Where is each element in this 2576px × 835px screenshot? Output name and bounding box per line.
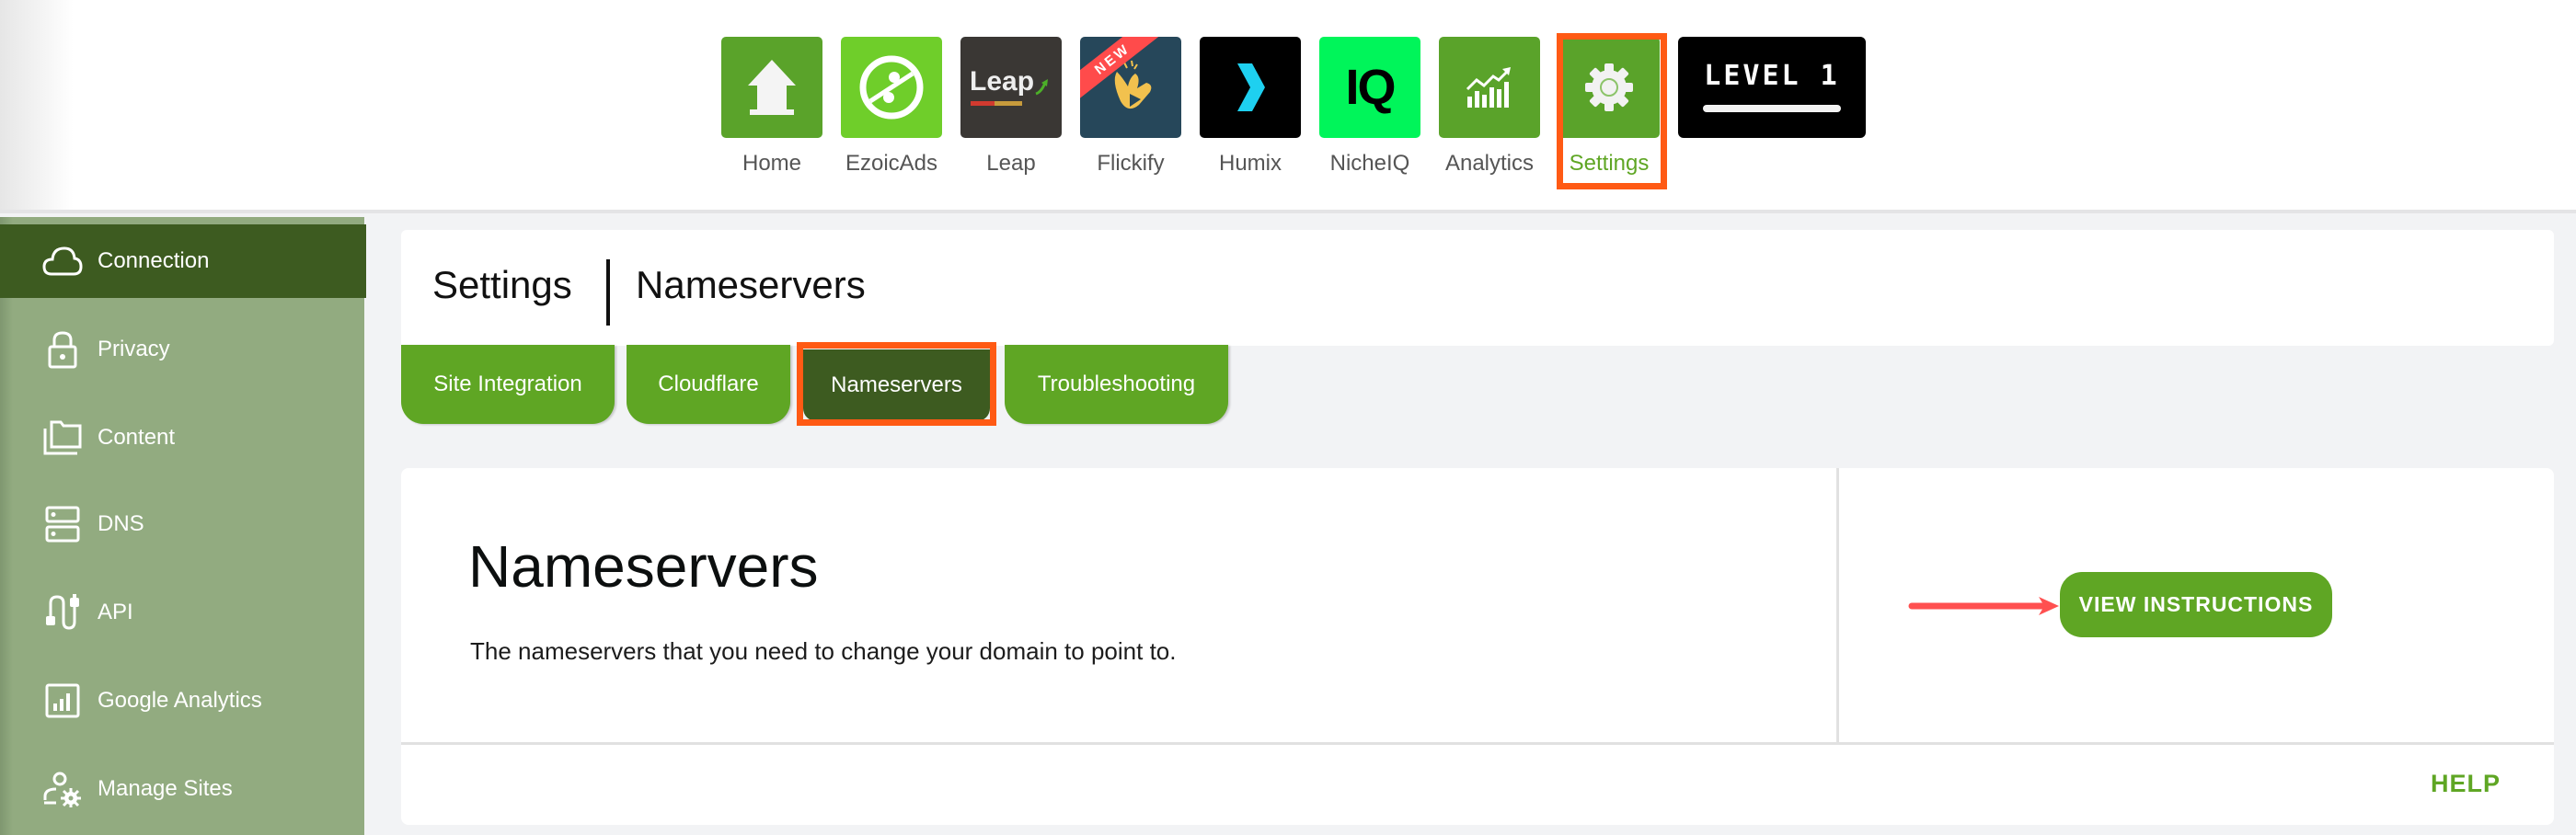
card-divider-vertical xyxy=(1836,468,1839,743)
leap-logo: Leap xyxy=(960,37,1062,138)
cable-icon xyxy=(42,592,83,633)
page-title: Nameservers xyxy=(636,263,866,306)
sidebar-item-manage-sites[interactable]: Manage Sites xyxy=(0,752,366,826)
sidebar-item-api[interactable]: API xyxy=(0,576,366,649)
app-leap[interactable]: Leap Leap xyxy=(960,37,1062,177)
app-nicheiq[interactable]: IQ NicheIQ xyxy=(1319,37,1420,177)
app-flickify[interactable]: NEW Flickify xyxy=(1080,37,1181,177)
view-instructions-button[interactable]: VIEW INSTRUCTIONS xyxy=(2060,572,2332,637)
cloud-icon xyxy=(42,241,83,281)
app-ezoicads[interactable]: EzoicAds xyxy=(841,37,942,177)
breadcrumb-section: Settings xyxy=(432,263,572,306)
humix-icon xyxy=(1200,37,1301,138)
sidebar-item-dns[interactable]: DNS xyxy=(0,487,366,561)
level-label: LEVEL 1 xyxy=(1704,60,1840,92)
level-badge[interactable]: LEVEL 1 xyxy=(1678,37,1866,138)
annotation-arrow-icon xyxy=(1908,597,2059,615)
level-progress-bar xyxy=(1703,105,1841,112)
server-icon xyxy=(42,504,83,544)
card-description: The nameservers that you need to change … xyxy=(470,637,1177,665)
nicheiq-icon: IQ xyxy=(1319,37,1420,138)
sidebar-item-content[interactable]: Content xyxy=(0,401,366,475)
nameservers-card: Nameservers The nameservers that you nee… xyxy=(401,468,2554,825)
sidebar: Connection Privacy Content DNS API Googl… xyxy=(0,217,366,835)
tab-cloudflare[interactable]: Cloudflare xyxy=(627,345,790,424)
help-link[interactable]: HELP xyxy=(2431,770,2501,798)
card-divider-horizontal xyxy=(401,742,2554,745)
top-app-bar: Home EzoicAds Leap Leap NEW Flickify Hum… xyxy=(0,0,2576,213)
app-settings[interactable]: Settings xyxy=(1558,37,1660,177)
folders-icon xyxy=(42,418,83,458)
page-header: Settings Nameservers xyxy=(401,230,2554,346)
ezoicads-icon xyxy=(841,37,942,138)
sidebar-item-google-analytics[interactable]: Google Analytics xyxy=(0,664,366,738)
home-icon xyxy=(721,37,822,138)
tab-troubleshooting[interactable]: Troubleshooting xyxy=(1005,345,1228,424)
card-title: Nameservers xyxy=(468,533,819,600)
sidebar-item-connection[interactable]: Connection xyxy=(0,224,366,298)
breadcrumb-divider xyxy=(606,259,610,326)
app-label: Settings xyxy=(1569,151,1650,176)
lock-icon xyxy=(42,329,83,370)
analytics-chart-icon xyxy=(1439,37,1540,138)
tab-nameservers[interactable]: Nameservers xyxy=(803,349,990,421)
tab-site-integration[interactable]: Site Integration xyxy=(401,345,615,424)
app-analytics[interactable]: Analytics xyxy=(1439,37,1540,177)
bar-chart-icon xyxy=(42,681,83,721)
app-humix[interactable]: Humix xyxy=(1200,37,1301,177)
flickify-icon: NEW xyxy=(1080,37,1181,138)
sidebar-item-privacy[interactable]: Privacy xyxy=(0,313,366,386)
gear-icon xyxy=(1558,37,1660,138)
app-home[interactable]: Home xyxy=(721,37,822,177)
user-gear-icon xyxy=(42,769,83,809)
leap-logo-text: Leap xyxy=(970,66,1035,97)
